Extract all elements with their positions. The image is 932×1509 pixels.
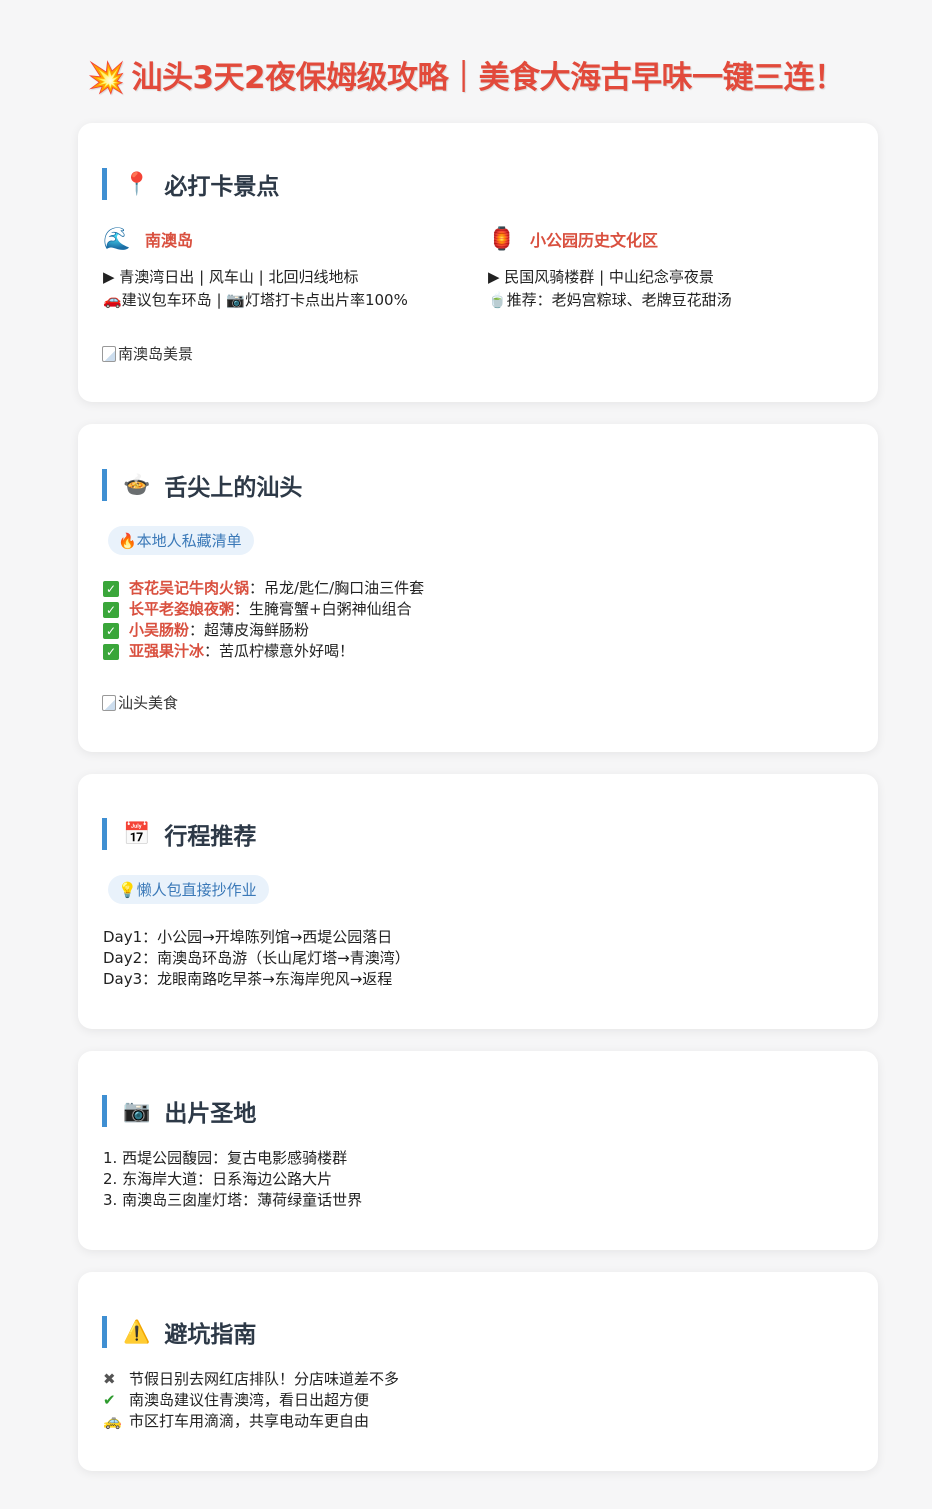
photo-list: 1. 西堤公园馥园：复古电影感骑楼群 2. 东海岸大道：日系海边公路大片 3. … [103, 1148, 362, 1211]
tag-lazy-pack: 💡懒人包直接抄作业 [108, 875, 269, 904]
food-icon: 🍲 [123, 472, 151, 498]
page-title-text: 汕头3天2夜保姆级攻略｜美食大海古早味一键三连！ [131, 60, 845, 96]
food-list: ✓ 杏花吴记牛肉火锅 ：吊龙/匙仁/胸口油三件套 ✓ 长平老姿娘夜粥 ：生腌膏蟹+白… [103, 578, 424, 662]
list-item: Day2：南澳岛环岛游（长山尾灯塔→青澳湾） [103, 949, 410, 967]
list-item: ✓ 亚强果汁冰 ：苦瓜柠檬意外好喝！ [103, 641, 424, 662]
section-title: 必打卡景点 [164, 174, 280, 200]
tip-text: 市区打车用滴滴，共享电动车更自由 [129, 1412, 370, 1430]
food-card: 🍲 舌尖上的汕头 🔥本地人私藏清单 ✓ 杏花吴记牛肉火锅 ：吊龙/匙仁/胸口油三件… [78, 424, 878, 752]
list-item: ✓ 杏花吴记牛肉火锅 ：吊龙/匙仁/胸口油三件套 [103, 578, 424, 599]
food-name: 小吴肠粉 [129, 621, 190, 639]
photo-card: 📷 出片圣地 1. 西堤公园馥园：复古电影感骑楼群 2. 东海岸大道：日系海边公… [78, 1051, 878, 1250]
broken-image-icon [102, 694, 116, 711]
section-heading-food: 🍲 舌尖上的汕头 [102, 469, 302, 501]
food-name: 杏花吴记牛肉火锅 [129, 579, 250, 597]
spot-line: ▶ 青澳湾日出 | 风车山 | 北回归线地标 [103, 268, 359, 286]
section-title: 舌尖上的汕头 [164, 475, 303, 501]
image-food: 汕头美食 [102, 692, 178, 713]
spot-xiaogongyuan: 🏮 小公园历史文化区 ▶ 民国风骑楼群 | 中山纪念亭夜景 🍵推荐：老妈宫粽球、… [488, 224, 858, 312]
section-heading-photo: 📷 出片圣地 [102, 1095, 256, 1127]
list-item: Day1：小公园→开埠陈列馆→西堤公园落日 [103, 928, 393, 946]
section-title: 出片圣地 [164, 1101, 257, 1127]
image-alt-text: 南澳岛美景 [118, 345, 194, 363]
broken-image-icon [102, 345, 116, 362]
spot-nanao: 🌊 南澳岛 ▶ 青澳湾日出 | 风车山 | 北回归线地标 🚗建议包车环岛 | 📷… [103, 224, 473, 312]
section-heading-spots: 📍 必打卡景点 [102, 168, 279, 200]
check-icon: ✓ [103, 601, 119, 618]
section-title: 行程推荐 [164, 824, 257, 850]
section-heading-tips: ⚠️ 避坑指南 [102, 1316, 256, 1348]
list-item: ✓ 长平老姿娘夜粥 ：生腌膏蟹+白粥神仙组合 [103, 599, 424, 620]
food-name: 长平老姿娘夜粥 [129, 600, 235, 618]
section-heading-itinerary: 📅 行程推荐 [102, 818, 256, 850]
spot-line: ▶ 民国风骑楼群 | 中山纪念亭夜景 [488, 268, 714, 286]
list-item: 🚕 市区打车用滴滴，共享电动车更自由 [103, 1411, 399, 1432]
warning-icon: ⚠️ [123, 1319, 151, 1345]
calendar-icon: 📅 [123, 821, 151, 847]
image-alt-text: 汕头美食 [118, 694, 179, 712]
food-desc: ：生腌膏蟹+白粥神仙组合 [234, 600, 412, 618]
wave-icon: 🌊 [103, 226, 131, 252]
check-icon: ✓ [103, 580, 119, 597]
spots-card: 📍 必打卡景点 🌊 南澳岛 ▶ 青澳湾日出 | 风车山 | 北回归线地标 🚗建议… [78, 123, 878, 402]
list-item: ✔ 南澳岛建议住青澳湾，看日出超方便 [103, 1390, 399, 1411]
list-item: Day3：龙眼南路吃早茶→东海岸兜风→返程 [103, 970, 393, 988]
list-item: 1. 西堤公园馥园：复古电影感骑楼群 [103, 1149, 348, 1167]
itinerary-card: 📅 行程推荐 💡懒人包直接抄作业 Day1：小公园→开埠陈列馆→西堤公园落日 D… [78, 774, 878, 1029]
tag-local-list: 🔥本地人私藏清单 [108, 526, 254, 555]
pin-icon: 📍 [123, 171, 151, 197]
spot-name: 南澳岛 [145, 231, 194, 250]
tip-text: 节假日别去网红店排队！分店味道差不多 [129, 1370, 400, 1388]
camera-icon: 📷 [123, 1098, 151, 1124]
list-item: 3. 南澳岛三囱崖灯塔：薄荷绿童话世界 [103, 1191, 363, 1209]
page-title: 💥 汕头3天2夜保姆级攻略｜美食大海古早味一键三连！ [0, 52, 932, 97]
sparkle-icon: 💥 [87, 60, 126, 96]
food-name: 亚强果汁冰 [129, 642, 205, 660]
check-icon: ✓ [103, 643, 119, 660]
tips-card: ⚠️ 避坑指南 ✖ 节假日别去网红店排队！分店味道差不多 ✔ 南澳岛建议住青澳湾… [78, 1272, 878, 1471]
tip-text: 南澳岛建议住青澳湾，看日出超方便 [129, 1391, 370, 1409]
lantern-icon: 🏮 [488, 226, 516, 252]
section-title: 避坑指南 [164, 1322, 257, 1348]
itinerary-list: Day1：小公园→开埠陈列馆→西堤公园落日 Day2：南澳岛环岛游（长山尾灯塔→… [103, 927, 410, 990]
check-mark-icon: ✔ [103, 1391, 116, 1409]
spot-name: 小公园历史文化区 [530, 231, 659, 250]
tips-list: ✖ 节假日别去网红店排队！分店味道差不多 ✔ 南澳岛建议住青澳湾，看日出超方便 … [103, 1369, 399, 1432]
taxi-icon: 🚕 [103, 1412, 122, 1430]
food-desc: ：超薄皮海鲜肠粉 [189, 621, 310, 639]
list-item: ✓ 小吴肠粉 ：超薄皮海鲜肠粉 [103, 620, 424, 641]
food-desc: ：苦瓜柠檬意外好喝！ [204, 642, 355, 660]
image-nanao: 南澳岛美景 [102, 343, 193, 364]
food-desc: ：吊龙/匙仁/胸口油三件套 [249, 579, 425, 597]
spot-line: 🚗建议包车环岛 | 📷灯塔打卡点出片率100% [103, 291, 408, 309]
cross-icon: ✖ [103, 1370, 116, 1388]
spot-line: 🍵推荐：老妈宫粽球、老牌豆花甜汤 [488, 291, 732, 309]
list-item: ✖ 节假日别去网红店排队！分店味道差不多 [103, 1369, 399, 1390]
check-icon: ✓ [103, 622, 119, 639]
list-item: 2. 东海岸大道：日系海边公路大片 [103, 1170, 333, 1188]
